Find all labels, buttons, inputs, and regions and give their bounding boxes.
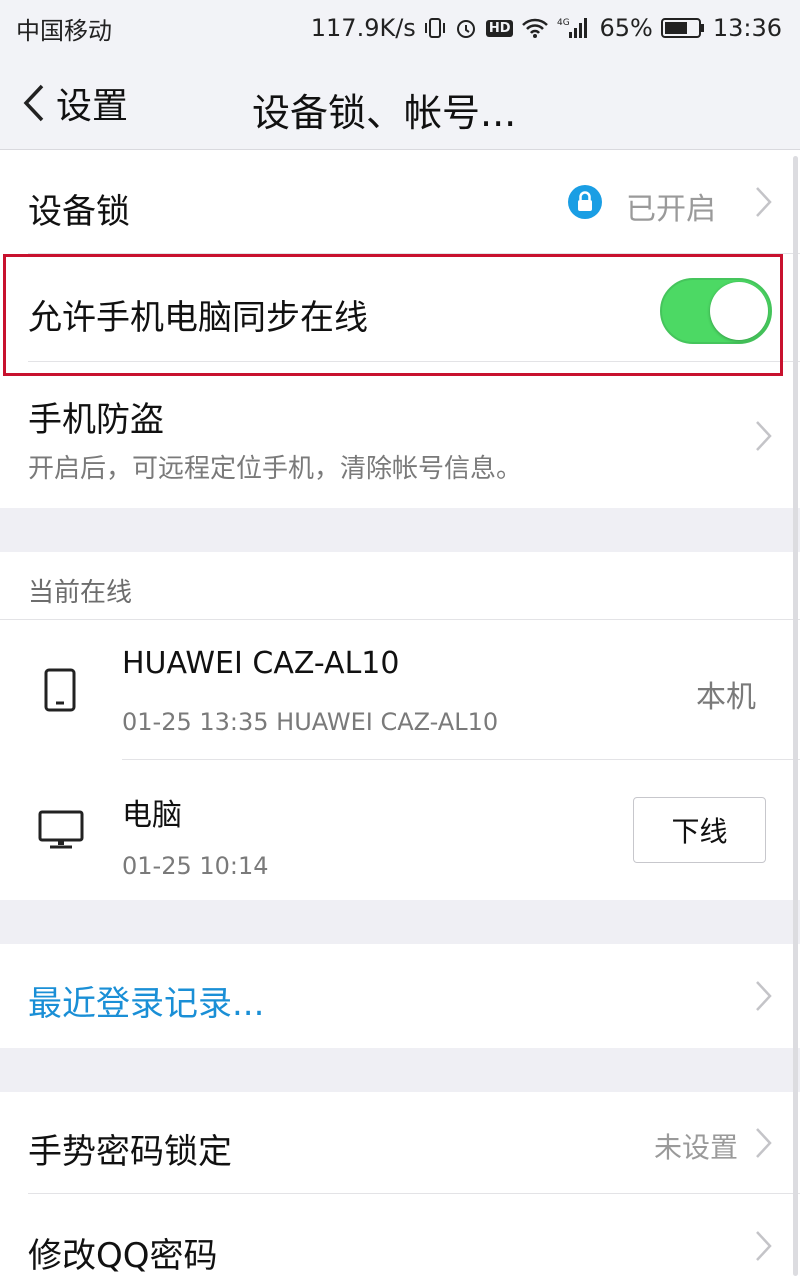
network-speed: 117.9K/s (310, 14, 416, 42)
recent-login-link[interactable]: 最近登录记录... (28, 976, 264, 1025)
signal-icon: 4G (557, 16, 591, 40)
back-label: 设置 (56, 86, 129, 127)
anti-theft-row[interactable]: 手机防盗 开启后，可远程定位手机，清除帐号信息。 (0, 362, 800, 508)
sync-online-row: 允许手机电脑同步在线 (0, 254, 800, 362)
device-row: HUAWEI CAZ-AL10 01-25 13:35 HUAWEI CAZ-A… (0, 620, 800, 760)
chevron-right-icon (754, 978, 774, 1014)
sync-online-toggle[interactable] (660, 278, 772, 344)
status-bar: 中国移动 117.9K/s HD 4G 65% 13:36 (0, 0, 800, 56)
gesture-lock-status: 未设置 (654, 1131, 739, 1164)
anti-theft-label: 手机防盗 (28, 400, 164, 440)
device-time: 01-25 13:35 HUAWEI CAZ-AL10 (122, 708, 499, 736)
chevron-right-icon (754, 418, 774, 454)
phone-icon (44, 668, 76, 712)
online-section-header: 当前在线 (0, 552, 800, 620)
device-row: 电脑 01-25 10:14 下线 (0, 760, 800, 900)
settings-list: 设备锁 已开启 允许手机电脑同步在线 手机防盗 开启后，可远程定位手机，清除帐号… (0, 150, 800, 1278)
clock: 13:36 (712, 14, 782, 42)
section-gap (0, 900, 800, 944)
change-password-label: 修改QQ密码 (28, 1236, 218, 1276)
chevron-right-icon (754, 1228, 774, 1264)
sync-online-label: 允许手机电脑同步在线 (28, 298, 368, 338)
recent-login-group: 最近登录记录... (0, 944, 800, 1048)
toggle-knob (710, 282, 768, 340)
online-devices-group: 当前在线 HUAWEI CAZ-AL10 01-25 13:35 HUAWEI … (0, 552, 800, 900)
carrier-label: 中国移动 (16, 16, 112, 45)
anti-theft-description: 开启后，可远程定位手机，清除帐号信息。 (28, 454, 523, 484)
security-group: 设备锁 已开启 允许手机电脑同步在线 手机防盗 开启后，可远程定位手机，清除帐号… (0, 150, 800, 508)
logout-device-button[interactable]: 下线 (633, 797, 766, 863)
section-gap (0, 508, 800, 552)
recent-login-row[interactable]: 最近登录记录... (0, 944, 800, 1048)
chevron-right-icon (754, 184, 774, 220)
lock-icon (568, 185, 602, 219)
nav-bar: 设置 设备锁、帐号... (0, 56, 800, 150)
device-lock-label: 设备锁 (28, 192, 130, 232)
device-lock-status: 已开启 (626, 192, 716, 227)
this-device-tag: 本机 (696, 680, 756, 715)
device-name: 电脑 (122, 798, 182, 833)
monitor-icon (38, 810, 84, 850)
device-time: 01-25 10:14 (122, 852, 269, 880)
back-button[interactable]: 设置 (22, 78, 128, 128)
vibrate-icon (424, 16, 446, 40)
battery-percent: 65% (599, 14, 653, 42)
alarm-icon (454, 16, 478, 40)
scrollbar[interactable] (793, 156, 798, 1276)
chevron-right-icon (754, 1125, 774, 1161)
change-password-row[interactable]: 修改QQ密码 (0, 1194, 800, 1278)
gesture-lock-row[interactable]: 手势密码锁定 未设置 (0, 1092, 800, 1194)
device-name: HUAWEI CAZ-AL10 (122, 646, 400, 681)
chevron-left-icon (22, 83, 46, 123)
page-title: 设备锁、帐号... (252, 91, 517, 135)
password-group: 手势密码锁定 未设置 修改QQ密码 (0, 1092, 800, 1278)
svg-text:4G: 4G (557, 18, 570, 28)
hd-icon: HD (485, 19, 514, 37)
wifi-icon (521, 17, 549, 39)
device-lock-row[interactable]: 设备锁 已开启 (0, 150, 800, 254)
online-header-label: 当前在线 (28, 578, 133, 608)
section-gap (0, 1048, 800, 1092)
battery-icon (660, 17, 705, 39)
status-icons: 117.9K/s HD 4G 65% 13:36 (311, 14, 782, 42)
gesture-lock-label: 手势密码锁定 (28, 1132, 232, 1172)
